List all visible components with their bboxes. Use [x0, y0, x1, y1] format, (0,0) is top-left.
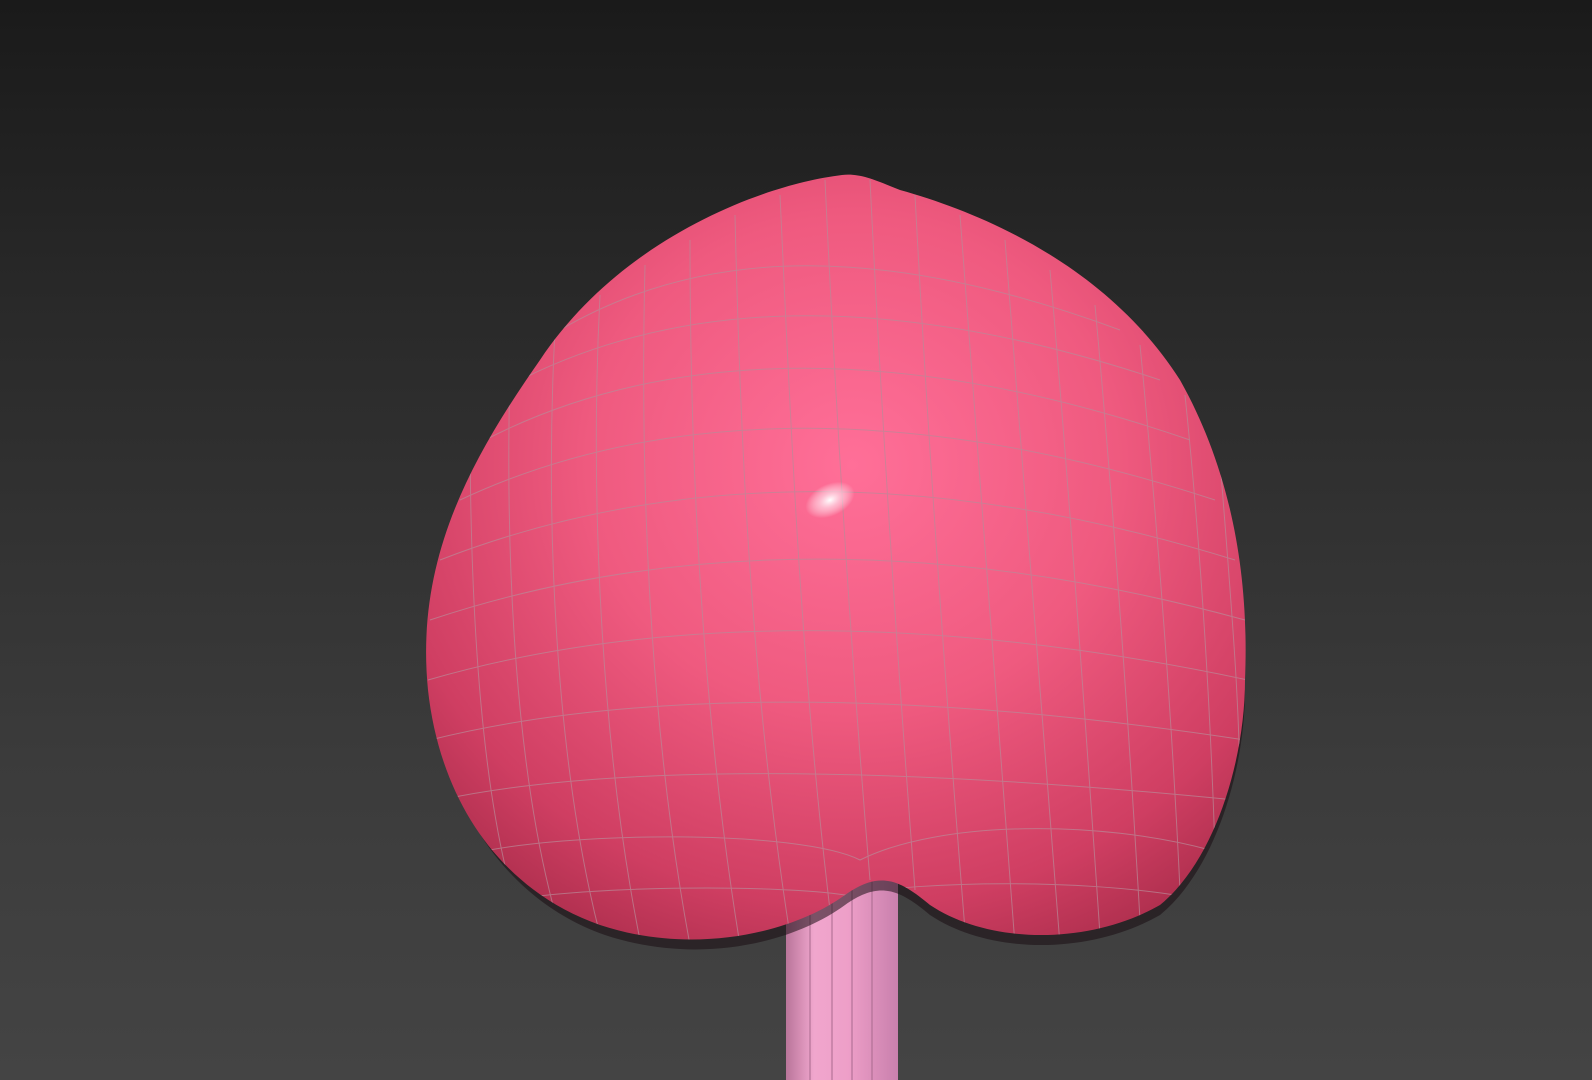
viewport-scene: [426, 174, 1248, 1080]
3d-viewport[interactable]: [0, 0, 1592, 1080]
heart-model[interactable]: [426, 174, 1248, 945]
